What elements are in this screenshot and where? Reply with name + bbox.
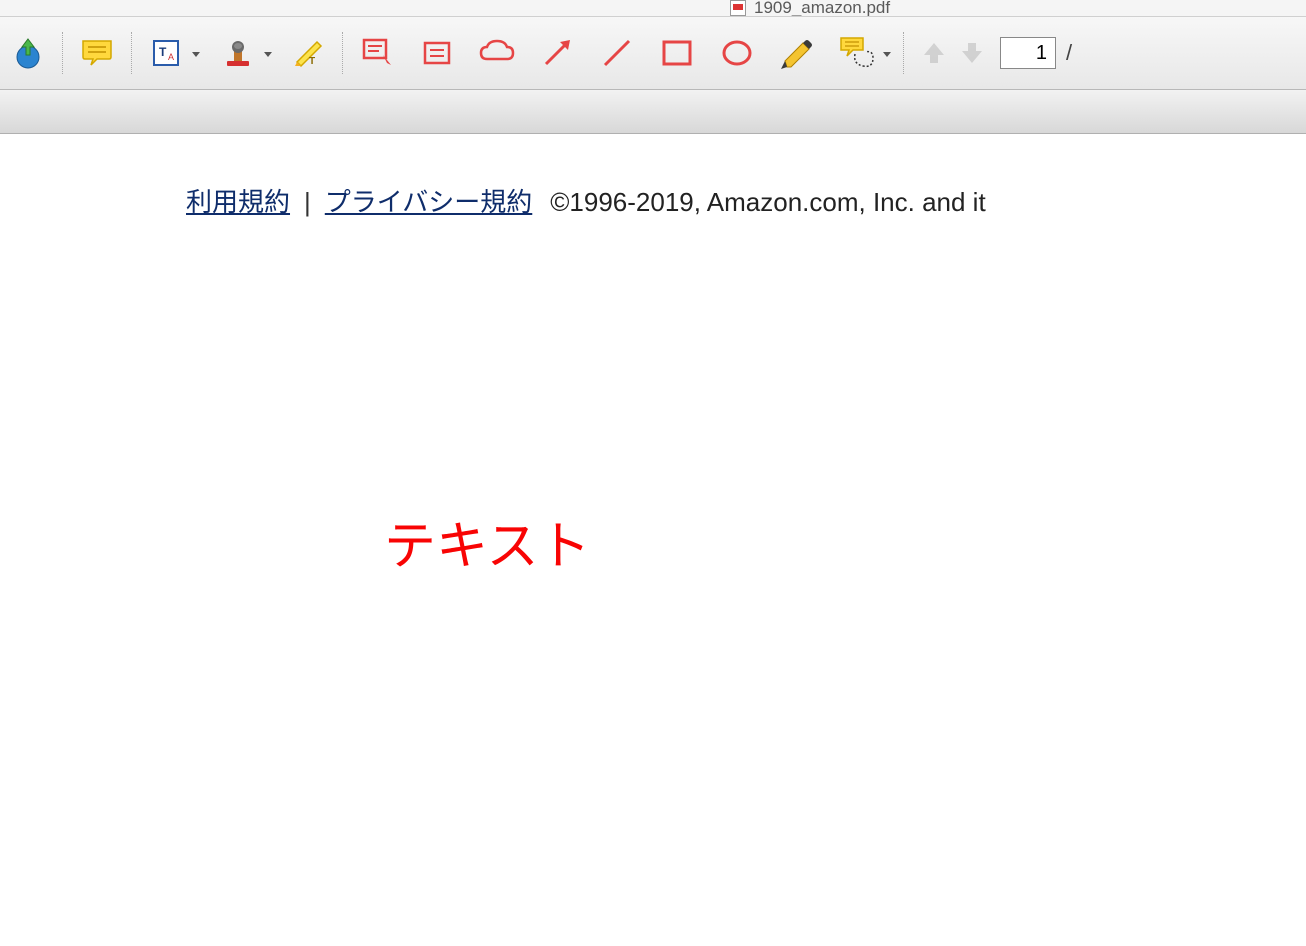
stamp-button[interactable] (216, 31, 260, 75)
highlighter-button[interactable]: T (286, 31, 330, 75)
lasso-note-icon (839, 36, 875, 70)
privacy-link[interactable]: プライバシー規約 (325, 182, 532, 219)
callout-button[interactable] (415, 31, 459, 75)
rectangle-icon (661, 38, 693, 68)
arrow-icon (540, 36, 574, 70)
page-down-icon (958, 39, 986, 67)
separator (62, 32, 63, 74)
arrow-button[interactable] (535, 31, 579, 75)
textbox-icon (361, 37, 393, 69)
text-markup-dropdown[interactable] (192, 52, 200, 57)
pencil-button[interactable] (775, 31, 819, 75)
note-icon (81, 39, 113, 67)
oval-icon (721, 38, 753, 68)
share-button[interactable] (6, 31, 50, 75)
sticky-note-button[interactable] (75, 31, 119, 75)
footer-divider: | (304, 187, 311, 218)
line-icon (600, 36, 634, 70)
stamp-dropdown[interactable] (264, 52, 272, 57)
lasso-note-dropdown[interactable] (883, 52, 891, 57)
text-markup-button[interactable]: T A (144, 31, 188, 75)
secondary-toolbar (0, 90, 1306, 134)
lasso-note-button[interactable] (835, 31, 879, 75)
document-footer: 利用規約 | プライバシー規約 ©1996-2019, Amazon.com, … (186, 182, 986, 219)
text-markup-icon: T A (151, 38, 181, 68)
cloud-icon (479, 39, 515, 67)
terms-link[interactable]: 利用規約 (186, 182, 290, 219)
annotation-toolbar: T A T (0, 16, 1306, 90)
page-up-icon (920, 39, 948, 67)
document-viewport[interactable]: 利用規約 | プライバシー規約 ©1996-2019, Amazon.com, … (0, 134, 1306, 946)
page-up-button[interactable] (916, 35, 952, 71)
svg-text:A: A (168, 52, 174, 62)
copyright-text: ©1996-2019, Amazon.com, Inc. and it (550, 187, 985, 218)
separator (903, 32, 904, 74)
cloud-button[interactable] (475, 31, 519, 75)
text-annotation[interactable]: テキスト (384, 504, 590, 579)
tab-filename[interactable]: 1909_amazon.pdf (754, 0, 890, 16)
oval-button[interactable] (715, 31, 759, 75)
highlighter-icon: T (291, 36, 325, 70)
pdf-file-icon (730, 0, 746, 16)
textbox-button[interactable] (355, 31, 399, 75)
svg-text:T: T (309, 56, 315, 67)
separator (342, 32, 343, 74)
rectangle-button[interactable] (655, 31, 699, 75)
separator (131, 32, 132, 74)
page-down-button[interactable] (954, 35, 990, 71)
line-button[interactable] (595, 31, 639, 75)
page-number-input[interactable] (1000, 37, 1056, 69)
callout-icon (422, 38, 452, 68)
tab-bar: 1909_amazon.pdf (0, 0, 1306, 16)
stamp-icon (222, 37, 254, 69)
page-separator: / (1066, 40, 1072, 66)
pencil-icon (781, 37, 813, 69)
svg-text:T: T (159, 45, 167, 59)
share-icon (12, 37, 44, 69)
